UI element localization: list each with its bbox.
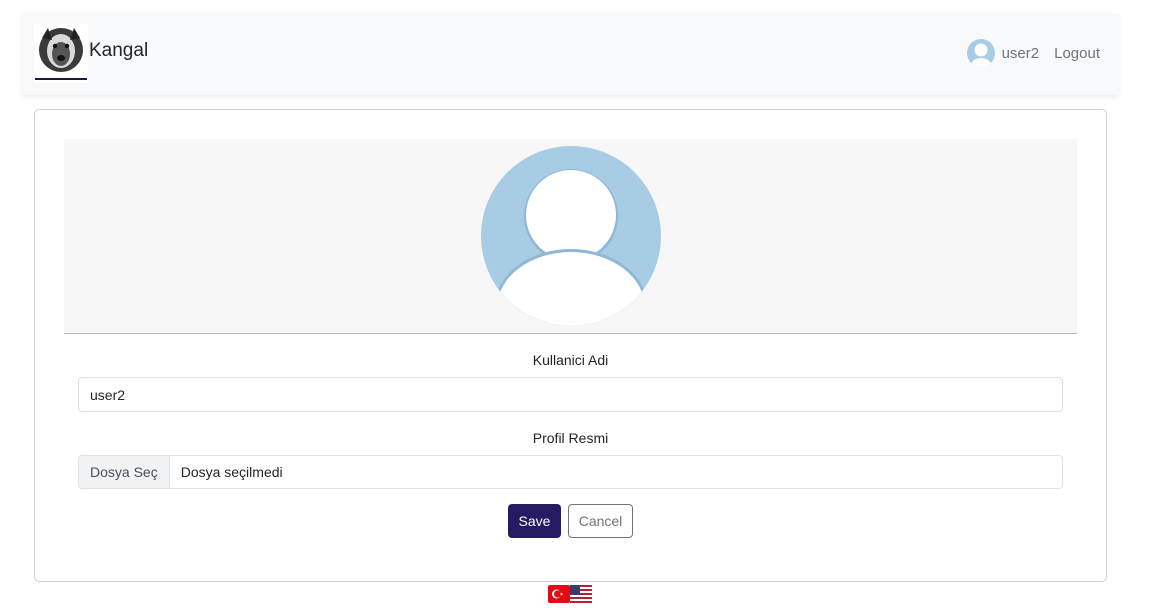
choose-file-button[interactable]: Dosya Seç bbox=[79, 456, 170, 488]
kangal-logo bbox=[34, 24, 88, 83]
user-avatar-icon[interactable] bbox=[966, 39, 995, 67]
profile-image-file-input[interactable]: Dosya Seç Dosya seçilmedi bbox=[78, 455, 1063, 489]
navbar: Kangal user2 Logout bbox=[22, 13, 1119, 95]
brand-link[interactable]: Kangal bbox=[34, 24, 148, 83]
brand-name: Kangal bbox=[89, 39, 149, 61]
us-flag-icon[interactable] bbox=[570, 585, 592, 603]
avatar-panel bbox=[64, 139, 1077, 334]
file-status-text: Dosya seçilmedi bbox=[180, 464, 283, 480]
user-menu: user2 Logout bbox=[966, 39, 1100, 67]
profile-card: Kullanici Adi Profil Resmi Dosya Seç Dos… bbox=[34, 109, 1107, 582]
logout-link[interactable]: Logout bbox=[1054, 45, 1100, 62]
nav-username[interactable]: user2 bbox=[1002, 45, 1040, 62]
cancel-button[interactable]: Cancel bbox=[568, 504, 633, 538]
profile-image-label: Profil Resmi bbox=[532, 430, 609, 446]
profile-avatar-icon bbox=[481, 146, 661, 326]
turkish-flag-icon[interactable] bbox=[548, 585, 570, 603]
save-button[interactable]: Save bbox=[508, 504, 561, 538]
username-field[interactable] bbox=[78, 377, 1063, 412]
username-label: Kullanici Adi bbox=[532, 352, 609, 368]
language-switcher bbox=[548, 585, 592, 603]
